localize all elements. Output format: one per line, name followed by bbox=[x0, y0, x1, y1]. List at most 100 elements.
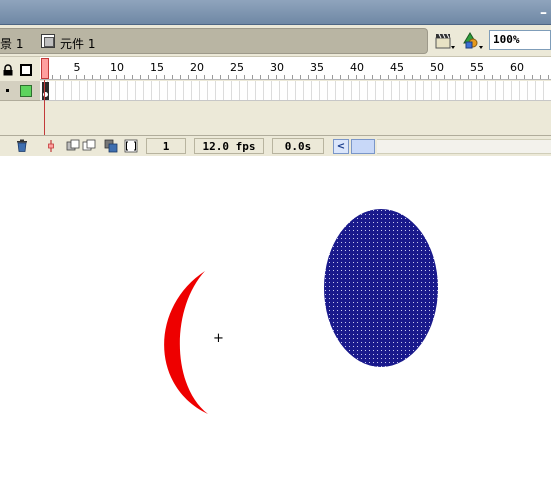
symbol-icon bbox=[41, 34, 55, 48]
stage-canvas[interactable]: + bbox=[0, 157, 551, 493]
breadcrumb-symbol-link[interactable]: 元件 1 bbox=[60, 35, 95, 52]
ruler-tick bbox=[100, 75, 101, 79]
ruler-tick bbox=[236, 75, 237, 79]
ruler-tick bbox=[140, 75, 141, 79]
ruler-tick bbox=[348, 75, 349, 79]
ruler-tick bbox=[324, 75, 325, 79]
ruler-tick bbox=[468, 75, 469, 79]
frame-number-label: 30 bbox=[270, 61, 284, 74]
timeline-panel: 151015202530354045505560 bbox=[0, 57, 551, 156]
ruler-tick bbox=[516, 75, 517, 79]
ruler-tick bbox=[204, 75, 205, 79]
ruler-tick bbox=[412, 75, 413, 79]
ruler-tick bbox=[268, 75, 269, 79]
frame-number-label: 55 bbox=[470, 61, 484, 74]
ruler-tick bbox=[260, 75, 261, 79]
ruler-tick bbox=[460, 75, 461, 79]
ruler-tick bbox=[284, 75, 285, 79]
scrollbar-thumb[interactable] bbox=[351, 139, 375, 154]
ruler-tick bbox=[292, 75, 293, 79]
scrollbar-track[interactable] bbox=[377, 139, 551, 154]
ruler-tick bbox=[300, 75, 301, 79]
ruler-tick bbox=[340, 75, 341, 79]
ruler-tick bbox=[188, 75, 189, 79]
layer-row[interactable] bbox=[0, 81, 40, 101]
frame-ruler[interactable]: 151015202530354045505560 bbox=[40, 57, 551, 80]
ruler-tick bbox=[484, 75, 485, 79]
layer-list-empty-area bbox=[0, 101, 40, 135]
ruler-tick bbox=[540, 75, 541, 79]
frame-number-label: 25 bbox=[230, 61, 244, 74]
frame-number-label: 20 bbox=[190, 61, 204, 74]
ruler-tick bbox=[492, 75, 493, 79]
ruler-tick bbox=[380, 75, 381, 79]
ruler-tick bbox=[452, 75, 453, 79]
frames-row[interactable] bbox=[40, 81, 551, 101]
window-title-bar: – bbox=[0, 0, 551, 25]
scroll-left-button[interactable]: < bbox=[333, 139, 349, 154]
ruler-tick bbox=[420, 75, 421, 79]
modify-markers-icon[interactable] bbox=[124, 139, 138, 153]
elapsed-time-field: 0.0s bbox=[272, 138, 324, 154]
onion-markers-icon[interactable] bbox=[104, 139, 118, 153]
frame-rate-field[interactable]: 12.0 fps bbox=[194, 138, 264, 154]
minimize-icon[interactable]: – bbox=[540, 6, 547, 20]
ruler-tick bbox=[148, 75, 149, 79]
ruler-tick bbox=[196, 75, 197, 79]
ruler-tick bbox=[164, 75, 165, 79]
ruler-tick bbox=[532, 75, 533, 79]
visibility-dot-icon[interactable] bbox=[6, 89, 9, 92]
frame-number-label: 45 bbox=[390, 61, 404, 74]
ruler-tick bbox=[92, 75, 93, 79]
breadcrumb: 场景 1 元件 1 bbox=[0, 28, 428, 54]
onion-skin-icon[interactable] bbox=[44, 139, 58, 153]
ruler-tick bbox=[124, 75, 125, 79]
ruler-tick bbox=[316, 75, 317, 79]
frame-number-label: 35 bbox=[310, 61, 324, 74]
ruler-tick bbox=[548, 75, 549, 79]
ruler-tick bbox=[108, 75, 109, 79]
ruler-tick bbox=[132, 75, 133, 79]
blue-dotted-ellipse[interactable] bbox=[324, 209, 438, 367]
edit-bar: 场景 1 元件 1 100% bbox=[0, 25, 551, 57]
ruler-tick bbox=[508, 75, 509, 79]
frame-number-label: 60 bbox=[510, 61, 524, 74]
ruler-tick bbox=[388, 75, 389, 79]
zoom-field[interactable]: 100% bbox=[489, 30, 551, 50]
frame-number-label: 50 bbox=[430, 61, 444, 74]
outline-icon[interactable] bbox=[20, 64, 32, 76]
trash-icon[interactable] bbox=[16, 139, 28, 152]
layer-color-swatch[interactable] bbox=[20, 85, 32, 97]
ruler-tick bbox=[60, 75, 61, 79]
shapes-icon bbox=[463, 32, 483, 49]
ruler-tick bbox=[68, 75, 69, 79]
ruler-tick bbox=[180, 75, 181, 79]
timeline-status-bar: 1 12.0 fps 0.0s < bbox=[0, 135, 551, 156]
breadcrumb-scene-link[interactable]: 场景 1 bbox=[0, 35, 23, 52]
ruler-tick bbox=[356, 75, 357, 79]
ruler-tick bbox=[444, 75, 445, 79]
ruler-tick bbox=[172, 75, 173, 79]
ruler-tick bbox=[364, 75, 365, 79]
ruler-tick bbox=[396, 75, 397, 79]
layer-header bbox=[0, 59, 40, 81]
ruler-tick bbox=[244, 75, 245, 79]
red-crescent[interactable] bbox=[164, 271, 208, 414]
ruler-tick bbox=[212, 75, 213, 79]
ruler-tick bbox=[220, 75, 221, 79]
current-frame-field: 1 bbox=[146, 138, 186, 154]
onion-skin-outline-icon[interactable] bbox=[66, 139, 80, 153]
ruler-tick bbox=[524, 75, 525, 79]
edit-symbol-button[interactable] bbox=[462, 31, 484, 51]
playhead-line bbox=[44, 80, 45, 135]
playhead[interactable] bbox=[41, 58, 49, 79]
frame-number-label: 40 bbox=[350, 61, 364, 74]
ruler-tick bbox=[500, 75, 501, 79]
ruler-tick bbox=[252, 75, 253, 79]
ruler-tick bbox=[84, 75, 85, 79]
ruler-tick bbox=[428, 75, 429, 79]
ruler-tick bbox=[116, 75, 117, 79]
edit-multiple-frames-icon[interactable] bbox=[82, 139, 96, 153]
edit-scene-button[interactable] bbox=[434, 31, 456, 51]
lock-icon[interactable] bbox=[2, 64, 14, 76]
